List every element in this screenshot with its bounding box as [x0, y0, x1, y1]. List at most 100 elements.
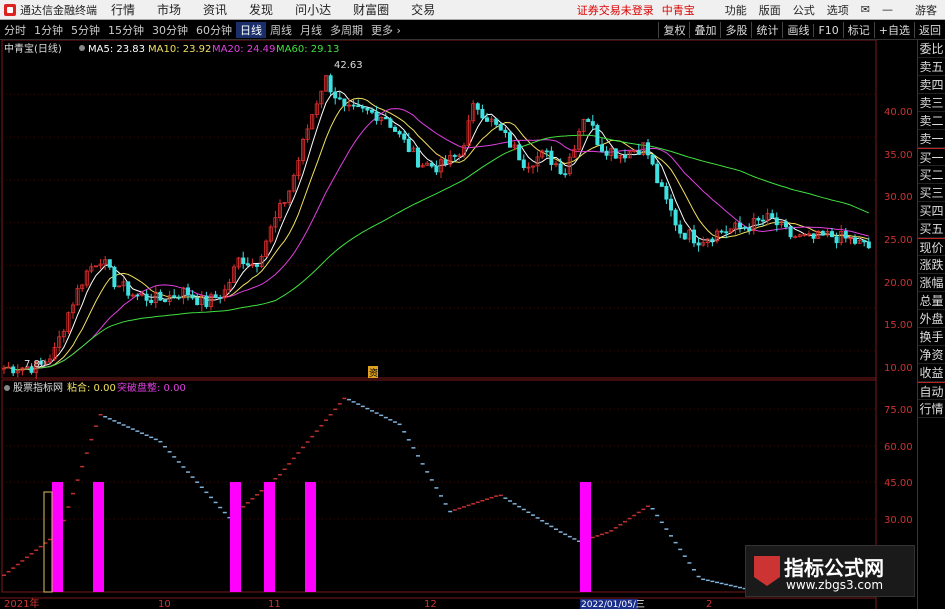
tool-fuquan[interactable]: 复权 [658, 22, 689, 38]
candle-body [673, 209, 678, 226]
kline-chart-svg[interactable]: 中青宝(日线) MA5: 23.83 MA10: 23.92 MA20: 24.… [0, 40, 917, 609]
candle-body [664, 186, 669, 200]
sidebar-weibi[interactable]: 委比 [918, 40, 945, 58]
sidebar-buy4[interactable]: 买四 [918, 202, 945, 220]
ma10-line [3, 97, 869, 371]
menu-item-zixun[interactable]: 资讯 [203, 1, 227, 18]
sidebar-turnover[interactable]: 换手 [918, 328, 945, 346]
tool-zixuan[interactable]: +自选 [873, 22, 914, 38]
candle-body [351, 104, 356, 107]
sidebar-netasset[interactable]: 净资 [918, 346, 945, 364]
candle-body [144, 293, 149, 301]
period-60min[interactable]: 60分钟 [192, 22, 236, 38]
candle-body [549, 150, 554, 165]
sidebar-earnings[interactable]: 收益 [918, 364, 945, 382]
candle-body [558, 163, 563, 175]
signal-bar-3 [230, 482, 241, 592]
sidebar-sell2[interactable]: 卖二 [918, 112, 945, 130]
y-tick-30: 30.00 [884, 192, 913, 203]
chart-area[interactable]: 中青宝(日线) MA5: 23.83 MA10: 23.92 MA20: 24.… [0, 40, 917, 609]
candle-body [636, 150, 641, 155]
candle-body [342, 98, 347, 106]
menu-item-xuanxiang[interactable]: 选项 [827, 2, 849, 18]
candle-body [719, 230, 724, 233]
candle-body [503, 129, 508, 134]
menu-item-caifuquan[interactable]: 财富圈 [353, 1, 389, 18]
login-warning[interactable]: 证券交易未登录 [577, 2, 654, 18]
period-fenshi[interactable]: 分时 [0, 22, 30, 38]
main-chart-frame [1, 40, 877, 379]
tool-f10[interactable]: F10 [813, 23, 842, 37]
sidebar-outer[interactable]: 外盘 [918, 310, 945, 328]
sidebar-change[interactable]: 涨跌 [918, 256, 945, 274]
tool-duogu[interactable]: 多股 [720, 22, 751, 38]
menu-item-banmian[interactable]: 版面 [759, 2, 781, 18]
candle-body [494, 118, 499, 125]
candle-body [710, 238, 715, 242]
candle-body [475, 103, 480, 110]
sidebar-sell1[interactable]: 卖一 [918, 130, 945, 148]
tool-fanhui[interactable]: 返回 [914, 22, 945, 38]
tool-tongji[interactable]: 统计 [751, 22, 782, 38]
x-label-2: 2 [706, 599, 712, 609]
minimize-icon[interactable]: — [882, 3, 893, 16]
candle-body [126, 281, 131, 296]
period-month[interactable]: 月线 [296, 22, 326, 38]
period-week[interactable]: 周线 [266, 22, 296, 38]
sidebar-auto[interactable]: 自动 [918, 382, 945, 400]
sidebar-sell3[interactable]: 卖三 [918, 94, 945, 112]
message-icon[interactable]: ✉ [861, 3, 870, 16]
candle-body [374, 111, 379, 121]
tool-biaoji[interactable]: 标记 [842, 22, 874, 38]
event-marker-label[interactable]: 资 [369, 368, 378, 379]
tool-diejia[interactable]: 叠加 [689, 22, 720, 38]
tool-huaxian[interactable]: 画线 [782, 22, 813, 38]
candle-body [696, 242, 701, 246]
candle-body [595, 124, 600, 146]
menu-item-hangqing[interactable]: 行情 [111, 1, 135, 18]
period-1min[interactable]: 1分钟 [30, 22, 67, 38]
candle-body [774, 217, 779, 226]
candle-body [853, 237, 858, 244]
period-more[interactable]: 更多 › [367, 22, 405, 38]
sidebar-buy1[interactable]: 买一 [918, 148, 945, 166]
candle-body [383, 116, 388, 120]
sidebar-volume[interactable]: 总量 [918, 292, 945, 310]
menu-item-gongneng[interactable]: 功能 [725, 2, 747, 18]
period-15min[interactable]: 15分钟 [104, 22, 148, 38]
sidebar-buy5[interactable]: 买五 [918, 220, 945, 238]
candle-body [866, 241, 871, 249]
guest-label[interactable]: 游客 [915, 2, 937, 18]
signal-bar-2 [93, 482, 104, 592]
candle-body [11, 366, 16, 374]
menu-item-wenxiaoda[interactable]: 问小达 [295, 1, 331, 18]
period-multi[interactable]: 多周期 [326, 22, 367, 38]
menu-item-faxian[interactable]: 发现 [249, 1, 273, 18]
period-30min[interactable]: 30分钟 [148, 22, 192, 38]
menu-item-jiaoyi[interactable]: 交易 [411, 1, 435, 18]
sidebar-buy3[interactable]: 买三 [918, 184, 945, 202]
low-price-label: 7.80 [24, 359, 46, 370]
sidebar-price[interactable]: 现价 [918, 238, 945, 256]
ind-y-tick-30: 30.00 [884, 515, 913, 526]
sidebar-buy2[interactable]: 买二 [918, 166, 945, 184]
menu-item-shichang[interactable]: 市场 [157, 1, 181, 18]
candle-body [604, 150, 609, 156]
candle-body [107, 259, 112, 268]
candle-body [613, 148, 618, 159]
sidebar-sell5[interactable]: 卖五 [918, 58, 945, 76]
sidebar-sell4[interactable]: 卖四 [918, 76, 945, 94]
ma5-label: MA5: 23.83 [88, 44, 145, 55]
sidebar-change-pct[interactable]: 涨幅 [918, 274, 945, 292]
y-tick-40: 40.00 [884, 107, 913, 118]
app-title: 通达信金融终端 [20, 3, 97, 17]
period-day[interactable]: 日线 [236, 22, 266, 38]
candle-body [162, 299, 167, 302]
sidebar-quote[interactable]: 行情 [918, 400, 945, 418]
candle-body [646, 142, 651, 156]
period-5min[interactable]: 5分钟 [67, 22, 104, 38]
watermark-title: 指标公式网 [784, 556, 884, 580]
menu-item-gongshi[interactable]: 公式 [793, 2, 815, 18]
period-toolbar: 分时 1分钟 5分钟 15分钟 30分钟 60分钟 日线 周线 月线 多周期 更… [0, 21, 945, 40]
candle-body [747, 227, 752, 232]
